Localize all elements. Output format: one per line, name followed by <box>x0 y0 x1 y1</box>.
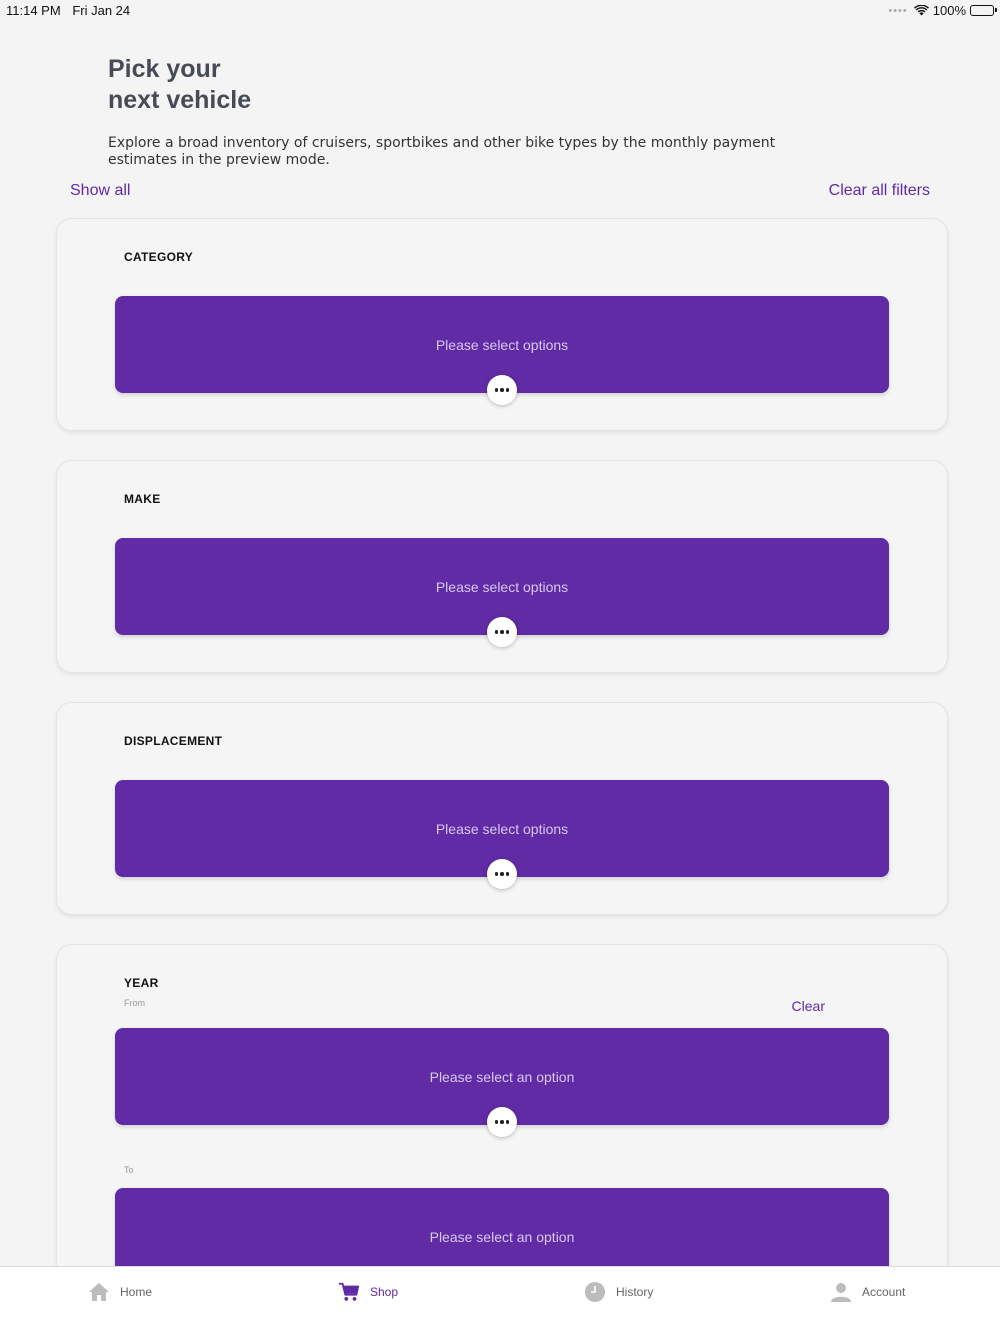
make-card: MAKE Please select options <box>56 460 948 673</box>
user-icon <box>830 1281 852 1303</box>
displacement-select[interactable]: Please select options <box>115 780 889 889</box>
tab-account-label: Account <box>862 1285 906 1299</box>
tab-home[interactable]: Home <box>88 1281 152 1303</box>
tab-bar: Home Shop History Account <box>0 1266 1000 1334</box>
category-title: CATEGORY <box>124 250 194 264</box>
wifi-icon <box>913 5 929 16</box>
make-title: MAKE <box>124 492 161 506</box>
page-title: Pick your next vehicle <box>108 55 252 114</box>
battery-percent: 100% <box>932 3 966 18</box>
tab-shop-label: Shop <box>370 1285 399 1299</box>
tab-home-label: Home <box>120 1285 153 1299</box>
year-from-label: From <box>124 998 145 1008</box>
year-from-more-icon[interactable] <box>487 1107 517 1137</box>
category-select-placeholder: Please select options <box>435 336 569 353</box>
year-to-placeholder: Please select an option <box>429 1228 575 1245</box>
tab-account[interactable]: Account <box>830 1281 905 1303</box>
year-clear-link[interactable]: Clear <box>792 998 825 1014</box>
year-to-label: To <box>124 1165 134 1175</box>
signal-icon: •••• <box>888 4 908 17</box>
year-title: YEAR <box>124 976 159 990</box>
make-select[interactable]: Please select options <box>115 538 889 647</box>
status-time: 11:14 PM <box>6 3 61 18</box>
make-select-placeholder: Please select options <box>435 578 569 595</box>
make-more-icon[interactable] <box>487 617 517 647</box>
displacement-title: DISPLACEMENT <box>124 734 223 748</box>
tab-shop[interactable]: Shop <box>338 1281 398 1303</box>
category-select[interactable]: Please select options <box>115 296 889 405</box>
displacement-more-icon[interactable] <box>487 859 517 889</box>
page-description: Explore a broad inventory of cruisers, s… <box>108 135 776 168</box>
clock-icon <box>584 1281 606 1303</box>
status-time-date: 11:14 PM Fri Jan 24 <box>6 3 130 18</box>
year-from-select[interactable]: Please select an option <box>115 1028 889 1137</box>
displacement-select-placeholder: Please select options <box>435 820 569 837</box>
category-more-icon[interactable] <box>487 375 517 405</box>
year-from-placeholder: Please select an option <box>429 1068 575 1085</box>
battery-icon <box>970 5 997 16</box>
tab-history-label: History <box>616 1285 654 1299</box>
status-indicators: •••• 100% <box>888 3 997 18</box>
category-card: CATEGORY Please select options <box>56 218 948 431</box>
status-date: Fri Jan 24 <box>72 3 131 18</box>
tab-history[interactable]: History <box>584 1281 653 1303</box>
home-icon <box>88 1281 110 1303</box>
status-bar: 11:14 PM Fri Jan 24 •••• 100% <box>0 0 1000 22</box>
show-all-link[interactable]: Show all <box>70 182 130 200</box>
cart-icon <box>338 1281 360 1303</box>
displacement-card: DISPLACEMENT Please select options <box>56 702 948 915</box>
clear-all-filters-link[interactable]: Clear all filters <box>829 182 930 200</box>
